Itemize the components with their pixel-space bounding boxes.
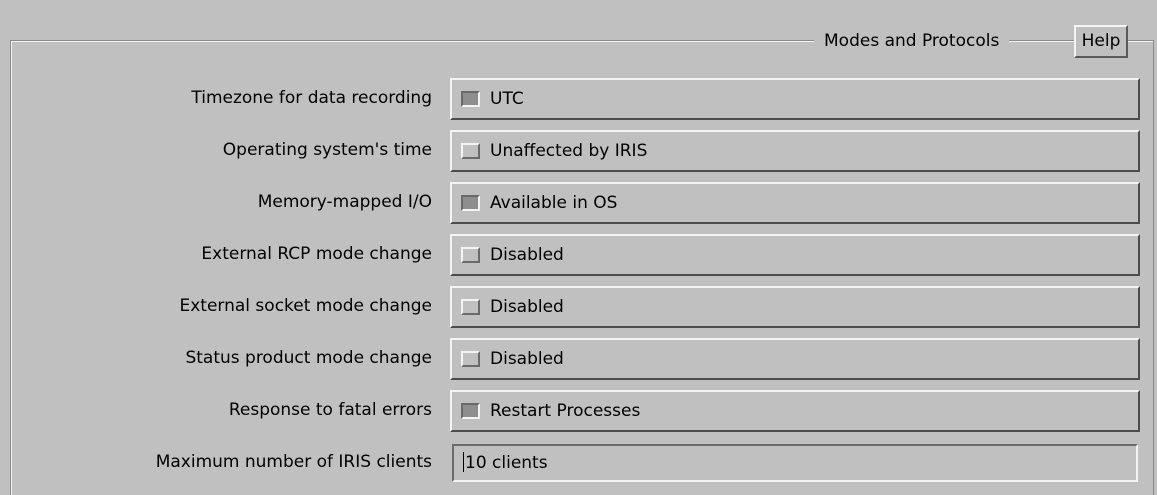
toggle-indicator-icon — [461, 247, 480, 263]
setting-row-memory-mapped-io: Memory-mapped I/O Available in OS — [0, 182, 1157, 226]
fatal-errors-label: Response to fatal errors — [228, 400, 432, 420]
max-clients-input[interactable]: 10 clients — [452, 444, 1138, 482]
memory-mapped-io-value: Available in OS — [490, 193, 618, 213]
text-cursor-icon — [463, 452, 464, 472]
setting-row-os-time: Operating system's time Unaffected by IR… — [0, 130, 1157, 174]
socket-mode-label: External socket mode change — [179, 296, 433, 316]
max-clients-value: 10 clients — [465, 453, 548, 473]
toggle-indicator-icon — [461, 91, 480, 107]
memory-mapped-io-option-button[interactable]: Available in OS — [450, 182, 1140, 224]
toggle-indicator-icon — [461, 143, 480, 159]
os-time-label: Operating system's time — [222, 140, 432, 160]
rcp-mode-label: External RCP mode change — [201, 244, 432, 264]
fatal-errors-option-button[interactable]: Restart Processes — [450, 390, 1140, 432]
setting-row-max-clients: Maximum number of IRIS clients 10 client… — [0, 442, 1157, 486]
toggle-indicator-icon — [461, 299, 480, 315]
status-product-mode-option-button[interactable]: Disabled — [450, 338, 1140, 380]
max-clients-label: Maximum number of IRIS clients — [155, 452, 432, 472]
status-product-mode-label: Status product mode change — [185, 348, 432, 368]
toggle-indicator-icon — [461, 195, 480, 211]
setting-row-status-product-mode: Status product mode change Disabled — [0, 338, 1157, 382]
setting-row-rcp-mode: External RCP mode change Disabled — [0, 234, 1157, 278]
setting-row-socket-mode: External socket mode change Disabled — [0, 286, 1157, 330]
setting-row-fatal-errors: Response to fatal errors Restart Process… — [0, 390, 1157, 434]
fatal-errors-value: Restart Processes — [490, 401, 641, 421]
rcp-mode-option-button[interactable]: Disabled — [450, 234, 1140, 276]
timezone-value: UTC — [490, 89, 524, 109]
help-button[interactable]: Help — [1074, 25, 1128, 58]
timezone-option-button[interactable]: UTC — [450, 78, 1140, 120]
memory-mapped-io-label: Memory-mapped I/O — [257, 192, 432, 212]
toggle-indicator-icon — [461, 351, 480, 367]
os-time-value: Unaffected by IRIS — [490, 141, 648, 161]
status-product-mode-value: Disabled — [490, 349, 564, 369]
toggle-indicator-icon — [461, 403, 480, 419]
socket-mode-option-button[interactable]: Disabled — [450, 286, 1140, 328]
socket-mode-value: Disabled — [490, 297, 564, 317]
rcp-mode-value: Disabled — [490, 245, 564, 265]
os-time-option-button[interactable]: Unaffected by IRIS — [450, 130, 1140, 172]
setting-row-timezone: Timezone for data recording UTC — [0, 78, 1157, 122]
timezone-label: Timezone for data recording — [191, 88, 432, 108]
panel-title: Modes and Protocols — [814, 29, 1010, 53]
